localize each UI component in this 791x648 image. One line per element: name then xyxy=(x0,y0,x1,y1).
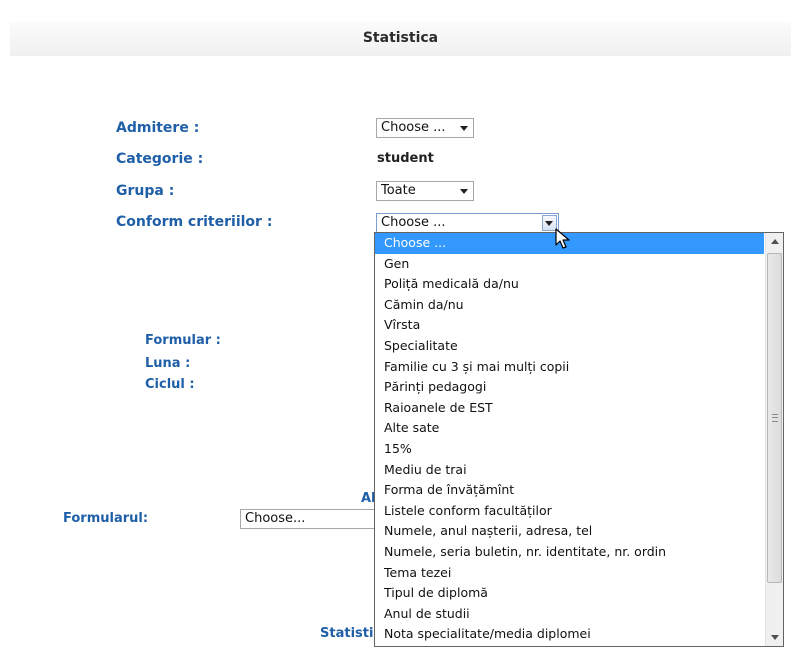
dropdown-option[interactable]: Vîrsta xyxy=(375,315,764,336)
dropdown-option[interactable]: Tipul de diplomă xyxy=(375,583,764,604)
dropdown-option[interactable]: Listele conform facultăților xyxy=(375,501,764,522)
categorie-value: student xyxy=(377,151,434,166)
scrollbar-thumb[interactable] xyxy=(767,253,782,583)
statistica-link-partial[interactable]: Statisti xyxy=(320,626,373,641)
chevron-down-icon xyxy=(545,221,553,226)
admitere-select[interactable]: Choose ... xyxy=(376,118,474,138)
criterii-label: Conform criteriilor : xyxy=(116,214,273,230)
scroll-up-arrow-icon[interactable] xyxy=(766,233,783,250)
formular-label: Formular : xyxy=(145,333,221,348)
dropdown-option[interactable]: Gen xyxy=(375,254,764,275)
dropdown-option[interactable]: Anul de studii xyxy=(375,604,764,625)
formularul-select-value: Choose... xyxy=(245,511,306,526)
grupa-label: Grupa : xyxy=(116,183,175,199)
ciclul-label: Ciclul : xyxy=(145,377,195,392)
formularul-label: Formularul: xyxy=(63,511,149,526)
dropdown-option[interactable]: Nota specialitate/media diplomei xyxy=(375,624,764,645)
chevron-down-icon xyxy=(460,189,468,194)
luna-label: Luna : xyxy=(145,356,191,371)
admitere-select-value: Choose ... xyxy=(381,120,446,135)
criterii-select[interactable]: Choose ... xyxy=(376,213,559,233)
dropdown-options: Choose ... Gen Poliță medicală da/nu Cămin … xyxy=(375,233,764,645)
dropdown-option[interactable]: Familie cu 3 și mai mulți copii xyxy=(375,357,764,378)
dropdown-option[interactable]: Părinți pedagogi xyxy=(375,377,764,398)
formularul-select[interactable]: Choose... xyxy=(240,509,380,529)
dropdown-option[interactable]: Numele, anul nașterii, adresa, tel xyxy=(375,521,764,542)
scroll-down-arrow-icon[interactable] xyxy=(766,629,783,646)
dropdown-option[interactable]: Numele, seria buletin, nr. identitate, n… xyxy=(375,542,764,563)
criterii-select-value: Choose ... xyxy=(381,215,446,230)
admitere-label: Admitere : xyxy=(116,120,200,136)
dropdown-option[interactable]: Poliță medicală da/nu xyxy=(375,274,764,295)
dropdown-option[interactable]: Cămin da/nu xyxy=(375,295,764,316)
dropdown-option[interactable]: Specialitate xyxy=(375,336,764,357)
dropdown-option[interactable]: 15% xyxy=(375,439,764,460)
criterii-dropdown-list[interactable]: Choose ... Gen Poliță medicală da/nu Cămin … xyxy=(374,232,784,647)
header-bar: Statistica xyxy=(10,22,791,56)
dropdown-option[interactable]: Mediu de trai xyxy=(375,460,764,481)
chevron-down-icon xyxy=(460,126,468,131)
mouse-pointer-icon xyxy=(555,228,570,249)
categorie-label: Categorie : xyxy=(116,151,204,167)
grupa-select-value: Toate xyxy=(381,183,416,198)
page-title: Statistica xyxy=(362,30,439,46)
grupa-select[interactable]: Toate xyxy=(376,181,474,201)
dropdown-option[interactable]: Alte sate xyxy=(375,418,764,439)
dropdown-scrollbar[interactable] xyxy=(765,233,783,646)
dropdown-option[interactable]: Raioanele de EST xyxy=(375,398,764,419)
dropdown-option[interactable]: Forma de învățămînt xyxy=(375,480,764,501)
dropdown-option[interactable]: Tema tezei xyxy=(375,563,764,584)
